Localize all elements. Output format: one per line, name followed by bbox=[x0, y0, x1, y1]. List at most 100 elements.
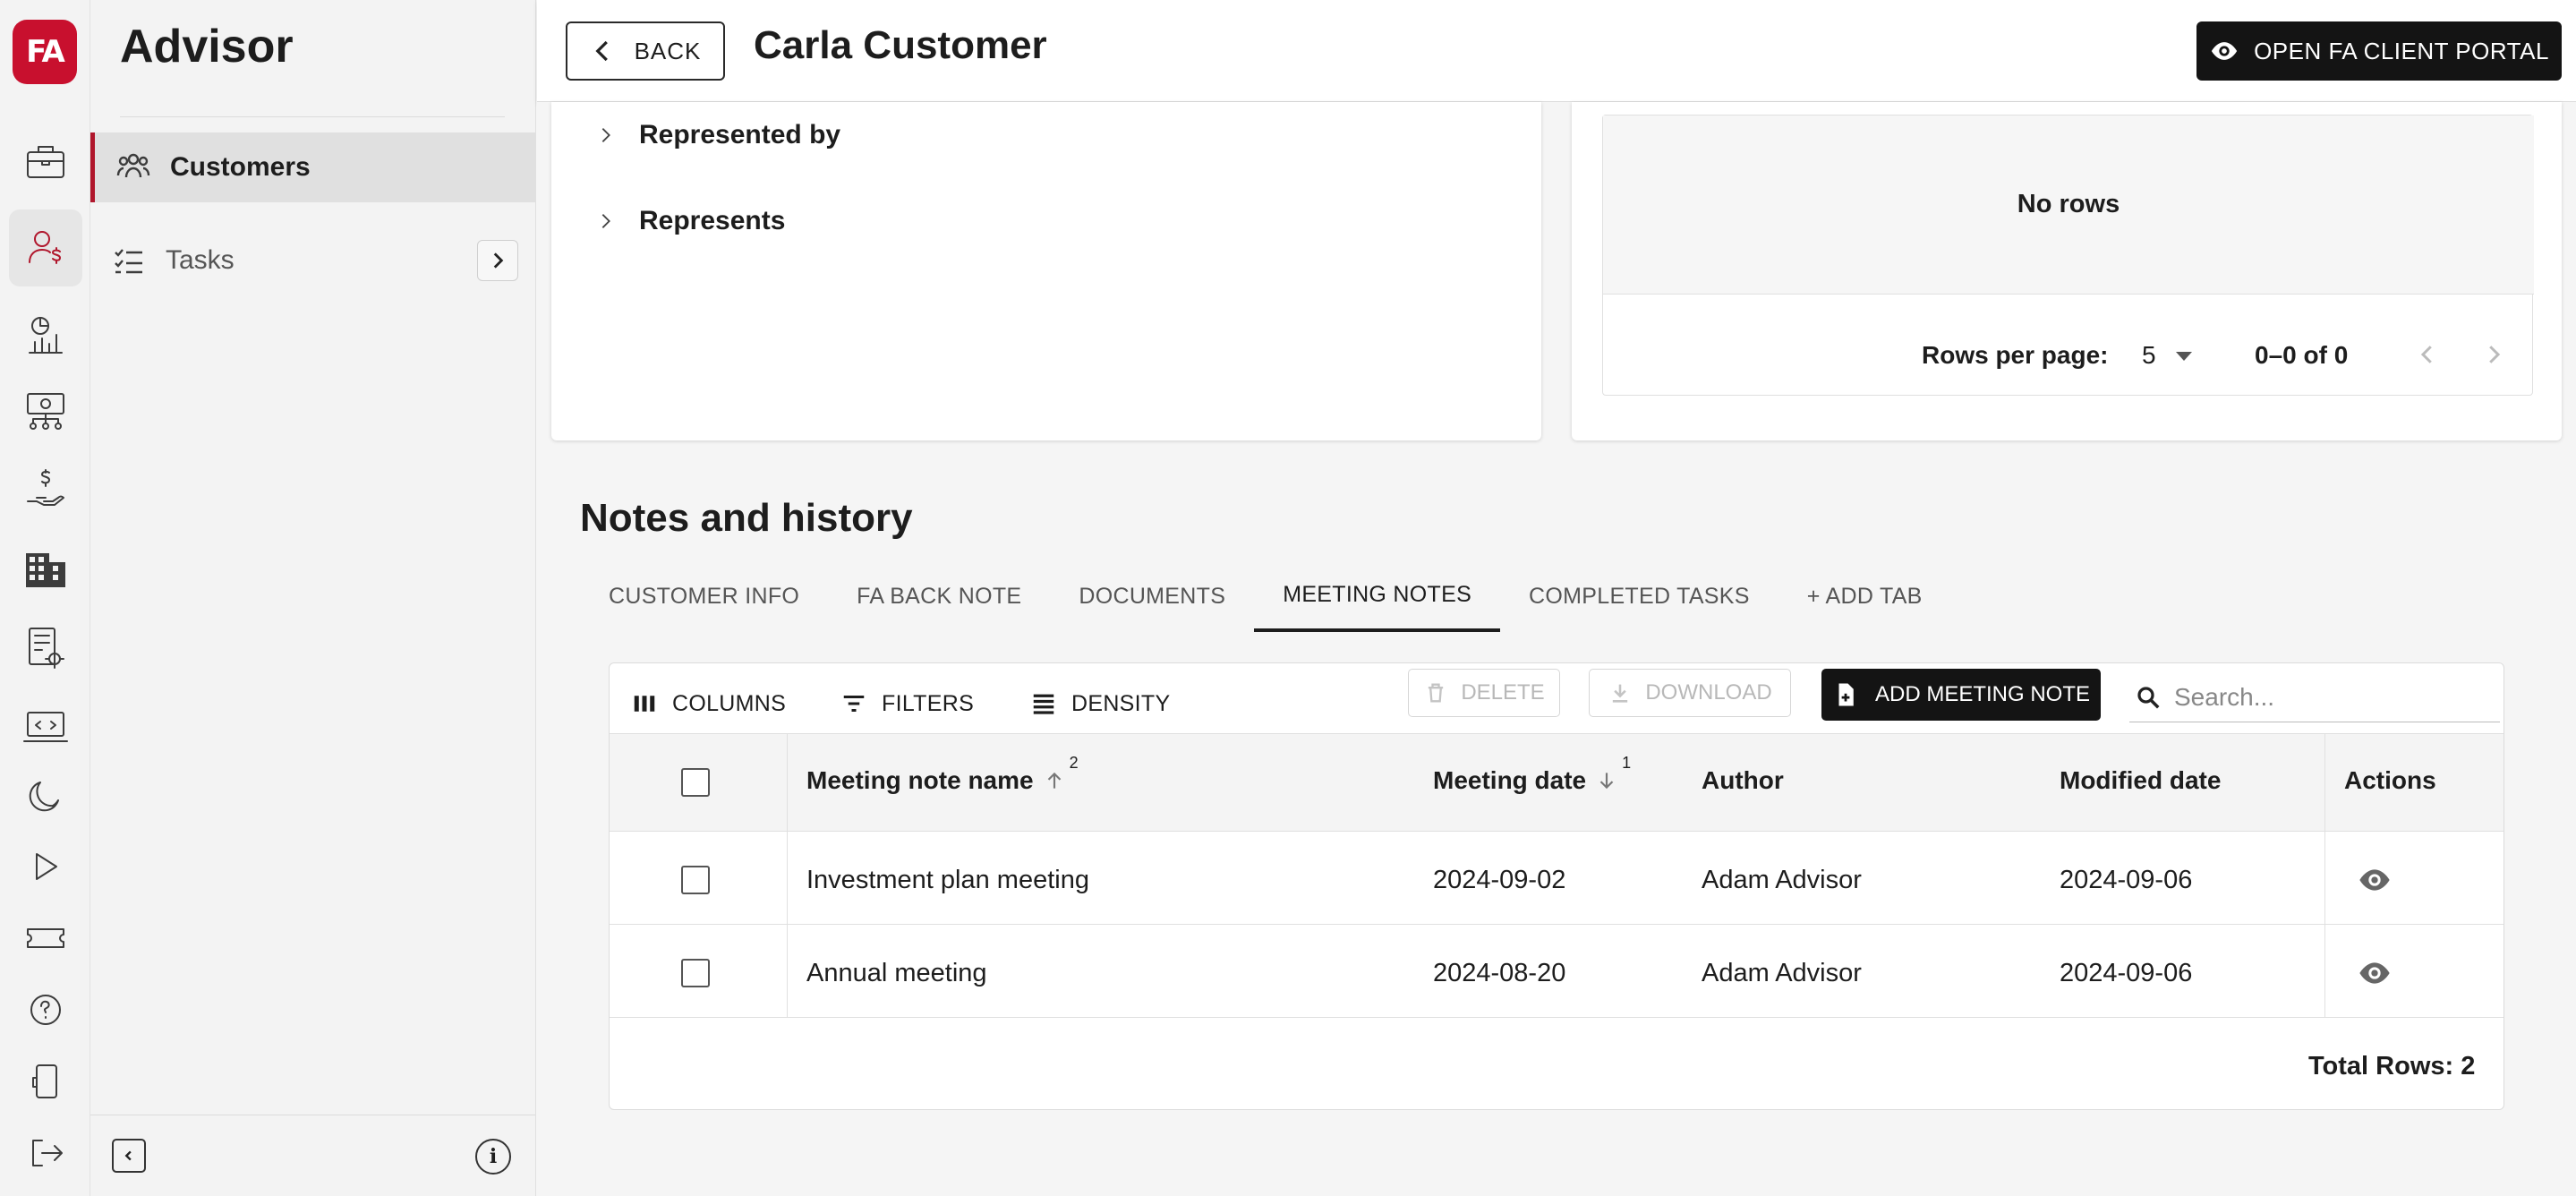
arrow-up-icon[interactable] bbox=[1043, 769, 1066, 792]
building-icon[interactable] bbox=[17, 541, 74, 598]
logout-icon[interactable] bbox=[17, 1124, 74, 1182]
trash-icon bbox=[1429, 683, 1444, 703]
search-input[interactable] bbox=[2174, 682, 2496, 712]
tab-documents[interactable]: DOCUMENTS bbox=[1050, 560, 1254, 632]
cell-name: Investment plan meeting bbox=[806, 866, 1089, 894]
empty-grid-card: No rows Rows per page: 5 0–0 of 0 bbox=[1572, 102, 2562, 440]
eye-icon bbox=[2211, 42, 2238, 60]
columns-label: COLUMNS bbox=[672, 690, 787, 716]
hand-dollar-icon[interactable] bbox=[17, 462, 74, 519]
ticket-icon[interactable] bbox=[17, 910, 74, 967]
represents-accordion[interactable]: Represents bbox=[596, 206, 785, 236]
column-header-author[interactable]: Author bbox=[1702, 766, 1784, 795]
search-field[interactable] bbox=[2129, 672, 2500, 722]
column-header-modified[interactable]: Modified date bbox=[2060, 766, 2221, 795]
collapse-sidebar-button[interactable] bbox=[112, 1139, 146, 1173]
file-plus-icon bbox=[1838, 683, 1854, 706]
sidebar-item-customers[interactable]: Customers bbox=[90, 132, 535, 202]
density-button[interactable]: DENSITY bbox=[1030, 690, 1170, 717]
chart-report-icon[interactable] bbox=[17, 306, 74, 363]
main-content: Represented by Represents No rows Rows p… bbox=[537, 102, 2576, 1196]
empty-data-grid: No rows Rows per page: 5 0–0 of 0 bbox=[1602, 115, 2534, 396]
notes-tabs: CUSTOMER INFO FA BACK NOTE DOCUMENTS MEE… bbox=[580, 560, 1951, 632]
doc-settings-icon[interactable] bbox=[17, 619, 74, 677]
column-header-label: Modified date bbox=[2060, 766, 2222, 794]
filters-label: FILTERS bbox=[882, 690, 975, 716]
rows-per-page-select[interactable]: 5 bbox=[2142, 341, 2156, 370]
column-header-label: Meeting note name bbox=[806, 766, 1034, 794]
columns-icon bbox=[634, 696, 655, 712]
tab-meeting-notes[interactable]: MEETING NOTES bbox=[1254, 560, 1501, 632]
tab-customer-info[interactable]: CUSTOMER INFO bbox=[580, 560, 828, 632]
column-divider bbox=[2324, 925, 2325, 1018]
people-icon bbox=[116, 153, 150, 178]
expand-tasks-button[interactable] bbox=[477, 240, 518, 281]
collapse-icon bbox=[124, 1150, 132, 1161]
delete-label: DELETE bbox=[1461, 680, 1545, 705]
chevron-left-icon bbox=[2420, 346, 2432, 363]
arrow-down-icon[interactable] bbox=[1595, 769, 1618, 792]
column-divider bbox=[787, 832, 788, 925]
info-button[interactable]: i bbox=[475, 1139, 511, 1175]
column-header-name[interactable]: Meeting note name 2 bbox=[806, 754, 1084, 795]
back-button[interactable]: BACK bbox=[566, 21, 725, 81]
column-divider bbox=[787, 925, 788, 1018]
columns-button[interactable]: COLUMNS bbox=[631, 690, 786, 717]
page-title: Carla Customer bbox=[754, 23, 1047, 67]
row-checkbox[interactable] bbox=[681, 959, 710, 987]
total-rows: Total Rows: 2 bbox=[2308, 1052, 2476, 1081]
chevron-left-icon bbox=[595, 40, 608, 62]
relations-card: Represented by Represents bbox=[551, 102, 1541, 440]
checklist-icon bbox=[115, 249, 142, 274]
next-page-button[interactable] bbox=[2480, 341, 2507, 372]
table-row[interactable]: Annual meeting 2024-08-20 Adam Advisor 2… bbox=[610, 925, 2503, 1018]
chevron-right-icon bbox=[601, 214, 610, 228]
top-bar: BACK Carla Customer OPEN FA CLIENT PORTA… bbox=[537, 0, 2576, 102]
cell-name: Annual meeting bbox=[806, 959, 987, 987]
pagination-range: 0–0 of 0 bbox=[2255, 341, 2349, 369]
previous-page-button[interactable] bbox=[2414, 341, 2441, 372]
sidebar-item-label: Tasks bbox=[166, 245, 235, 275]
customers-dollar-icon[interactable] bbox=[9, 209, 82, 286]
cell-date: 2024-09-02 bbox=[1433, 866, 1566, 894]
money-network-icon[interactable] bbox=[17, 383, 74, 440]
add-meeting-note-label: ADD MEETING NOTE bbox=[1874, 682, 2090, 706]
select-all-checkbox[interactable] bbox=[681, 768, 710, 797]
download-icon bbox=[1613, 684, 1628, 703]
caret-down-icon[interactable] bbox=[2176, 352, 2192, 361]
sidebar-item-label: Customers bbox=[170, 152, 311, 182]
represented-by-accordion[interactable]: Represented by bbox=[596, 120, 840, 150]
cell-modified: 2024-09-06 bbox=[2060, 959, 2193, 987]
sidebar: Advisor Customers Tasks i bbox=[90, 0, 536, 1196]
play-icon[interactable] bbox=[17, 838, 74, 895]
chevron-right-icon bbox=[493, 252, 504, 269]
delete-button[interactable]: DELETE bbox=[1408, 669, 1560, 717]
table-row[interactable]: Investment plan meeting 2024-09-02 Adam … bbox=[610, 832, 2503, 925]
cell-author: Adam Advisor bbox=[1702, 959, 1862, 987]
tab-fa-back-note[interactable]: FA BACK NOTE bbox=[828, 560, 1050, 632]
filters-button[interactable]: FILTERS bbox=[840, 690, 974, 717]
column-divider bbox=[2324, 734, 2325, 833]
moon-icon[interactable] bbox=[17, 766, 74, 824]
density-icon bbox=[1033, 694, 1054, 714]
add-meeting-note-button[interactable]: ADD MEETING NOTE bbox=[1821, 669, 2101, 721]
divider bbox=[120, 116, 505, 117]
view-button[interactable] bbox=[2357, 862, 2393, 901]
tab-completed-tasks[interactable]: COMPLETED TASKS bbox=[1500, 560, 1778, 632]
fa-logo[interactable]: FA bbox=[13, 20, 77, 84]
column-header-label: Author bbox=[1702, 766, 1784, 794]
info-icon: i bbox=[489, 1145, 498, 1168]
sidebar-item-tasks[interactable]: Tasks bbox=[90, 226, 535, 295]
view-button[interactable] bbox=[2357, 955, 2393, 995]
row-checkbox[interactable] bbox=[681, 866, 710, 894]
briefcase-icon[interactable] bbox=[17, 132, 74, 190]
open-client-portal-button[interactable]: OPEN FA CLIENT PORTAL bbox=[2196, 21, 2562, 81]
mobile-icon[interactable] bbox=[17, 1053, 74, 1110]
column-header-date[interactable]: Meeting date 1 bbox=[1433, 754, 1636, 795]
tab-add[interactable]: + ADD TAB bbox=[1778, 560, 1951, 632]
download-button[interactable]: DOWNLOAD bbox=[1589, 669, 1791, 717]
laptop-code-icon[interactable] bbox=[17, 698, 74, 756]
help-icon[interactable] bbox=[17, 981, 74, 1038]
portal-label: OPEN FA CLIENT PORTAL bbox=[2254, 37, 2549, 64]
table-header: Meeting note name 2 Meeting date 1 Autho… bbox=[610, 733, 2503, 833]
